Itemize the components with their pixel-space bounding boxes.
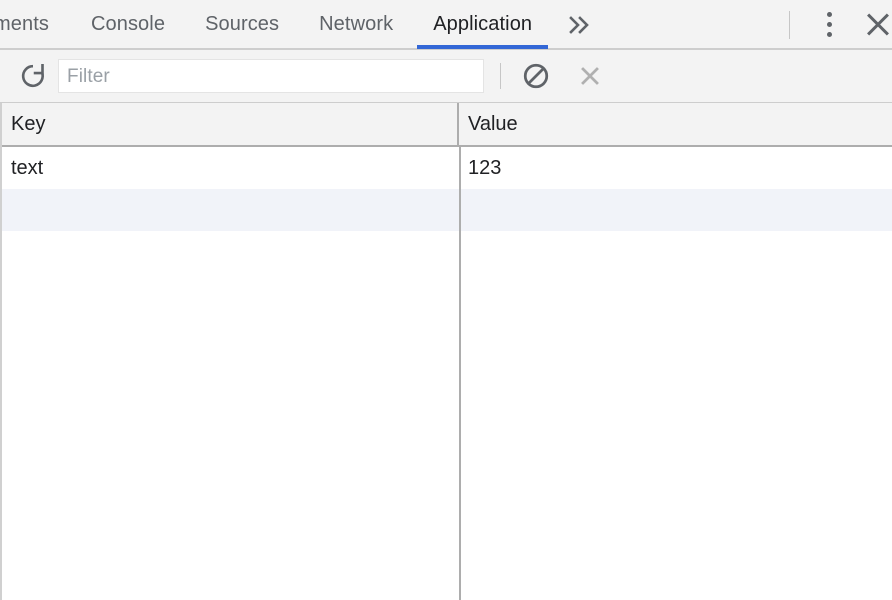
column-header-value[interactable]: Value [459, 103, 892, 145]
kebab-menu-icon [826, 12, 832, 37]
cell-key[interactable]: text [2, 147, 459, 189]
tab-application[interactable]: Application [413, 0, 552, 49]
tab-bar-actions [783, 0, 892, 49]
tab-list: ments Console Sources Network Applicatio… [0, 0, 783, 49]
more-tabs-chevron-icon[interactable] [552, 0, 610, 49]
close-devtools-button[interactable] [850, 4, 892, 46]
column-header-key[interactable]: Key [2, 103, 459, 145]
storage-data-grid: Key Value text 123 [0, 103, 892, 600]
column-header-key-label: Key [11, 112, 46, 135]
tab-application-label: Application [433, 13, 533, 35]
block-icon [523, 63, 549, 89]
column-resize-handle[interactable] [459, 147, 461, 600]
refresh-button[interactable] [10, 53, 56, 99]
devtools-tab-bar: ments Console Sources Network Applicatio… [0, 0, 892, 50]
table-row[interactable]: text 123 [2, 147, 892, 189]
cell-value-text: 123 [468, 156, 502, 179]
tab-bar-divider [789, 10, 790, 39]
tab-elements[interactable]: ments [0, 0, 71, 49]
devtools-menu-button[interactable] [808, 4, 850, 46]
table-row[interactable] [2, 189, 892, 231]
data-grid-header-row: Key Value [2, 103, 892, 147]
delete-x-icon [581, 67, 599, 85]
cell-value[interactable] [459, 189, 892, 231]
column-header-value-label: Value [468, 112, 518, 135]
tab-network-label: Network [319, 13, 394, 35]
tab-network[interactable]: Network [299, 0, 413, 49]
filter-input[interactable]: Filter [58, 59, 484, 93]
tab-elements-label: ments [0, 13, 49, 35]
tab-console[interactable]: Console [71, 0, 185, 49]
cell-key[interactable] [2, 189, 459, 231]
close-icon [865, 12, 891, 38]
filter-placeholder: Filter [67, 65, 110, 87]
storage-toolbar: Filter [0, 50, 892, 103]
data-grid-body: text 123 [2, 147, 892, 600]
toolbar-divider [500, 63, 501, 89]
cell-key-text: text [11, 156, 44, 179]
refresh-icon [21, 64, 44, 88]
delete-selected-button[interactable] [569, 55, 611, 97]
tab-sources[interactable]: Sources [185, 0, 299, 49]
devtools-panel: ments Console Sources Network Applicatio… [0, 0, 892, 600]
clear-all-button[interactable] [515, 55, 557, 97]
tab-console-label: Console [90, 13, 166, 35]
cell-value[interactable]: 123 [459, 147, 892, 189]
tab-sources-label: Sources [205, 13, 280, 35]
